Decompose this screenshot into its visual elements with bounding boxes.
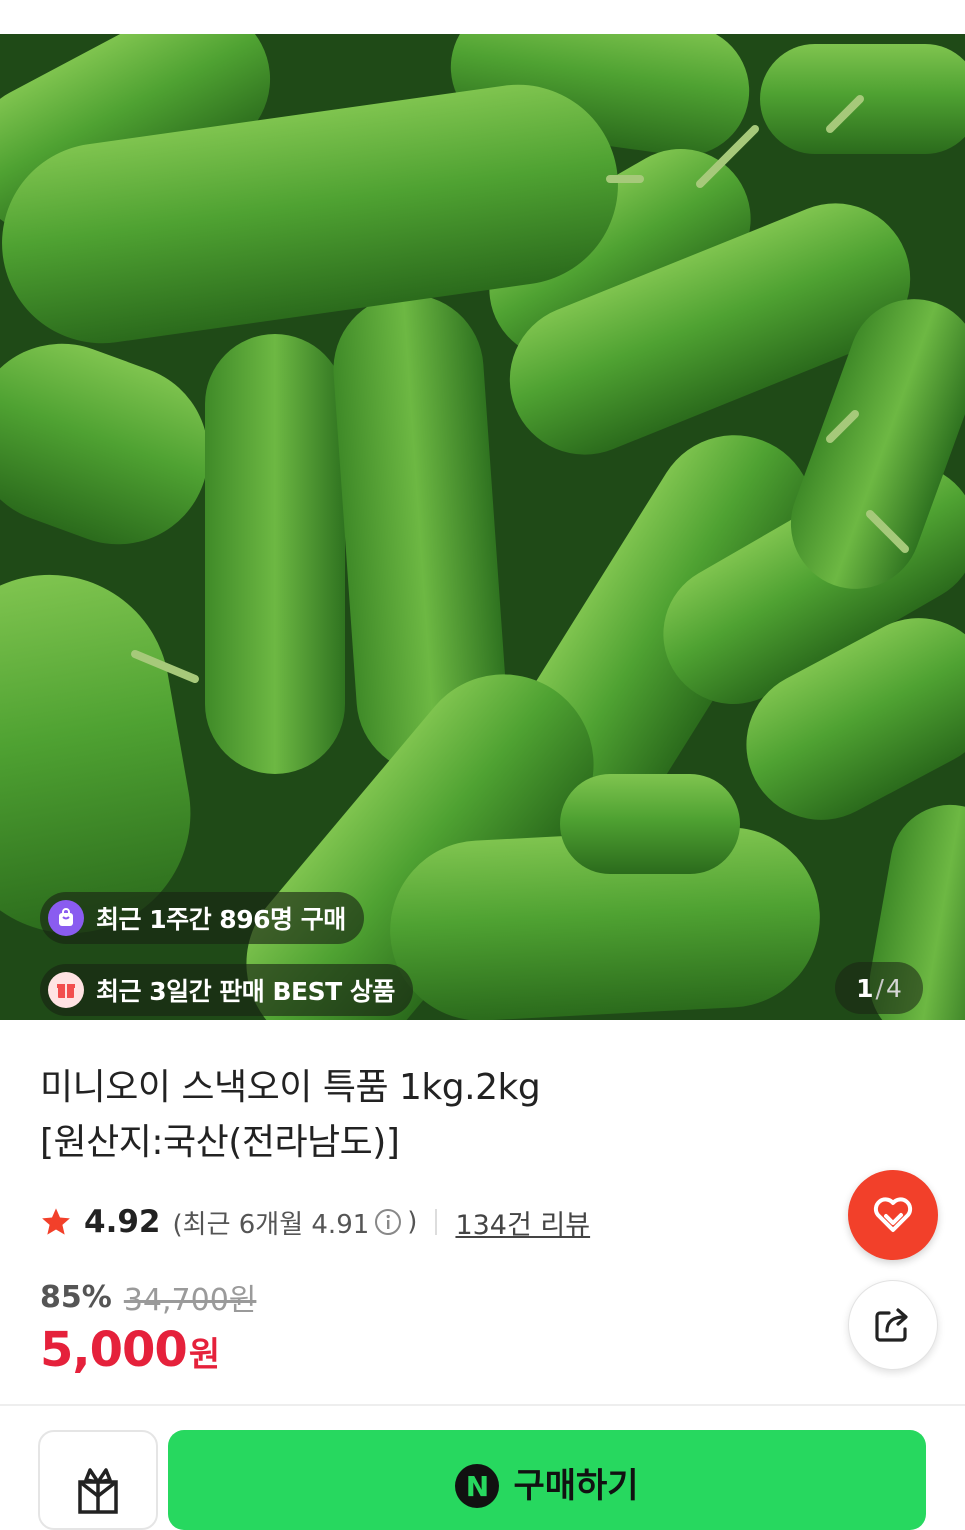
gift-icon	[78, 1468, 118, 1514]
gift-box-icon	[48, 972, 84, 1008]
share-icon	[875, 1308, 908, 1342]
image-counter: 1 / 4	[835, 962, 923, 1014]
share-button[interactable]	[848, 1280, 938, 1370]
product-title-line2: [원산지:국산(전라남도)]	[40, 1122, 400, 1163]
recent-rating-text: (최근 6개월 4.91	[172, 1209, 370, 1240]
gift-button[interactable]	[38, 1430, 158, 1530]
best-seller-badge: 최근 3일간 판매 BEST 상품	[40, 964, 413, 1016]
product-title-line1: 미니오이 스낵오이 특품 1kg.2kg	[40, 1067, 541, 1108]
recent-rating: (최근 6개월 4.91 )	[173, 1204, 418, 1241]
star-icon	[42, 1208, 70, 1235]
rating-divider	[435, 1209, 438, 1235]
shopping-bag-icon	[48, 900, 84, 936]
image-counter-separator: /	[875, 973, 884, 1003]
rating-score: 4.92	[84, 1204, 161, 1240]
purchase-count-badge: 최근 1주간 896명 구매	[40, 892, 364, 944]
original-price-row: 85% 34,700원	[40, 1275, 256, 1319]
sale-price: 5,000 원	[40, 1322, 220, 1378]
image-counter-total: 4	[885, 973, 902, 1003]
purchase-count-text: 최근 1주간 896명 구매	[96, 905, 346, 934]
product-title: 미니오이 스낵오이 특품 1kg.2kg [원산지:국산(전라남도)]	[40, 1060, 660, 1170]
product-image-gallery[interactable]: 최근 1주간 896명 구매 최근 3일간 판매 BEST 상품 1 / 4	[0, 34, 965, 1020]
discount-rate: 85%	[40, 1279, 112, 1315]
best-seller-text: 최근 3일간 판매 BEST 상품	[96, 977, 395, 1006]
naver-pay-logo: N	[455, 1464, 500, 1508]
cucumber-photo	[0, 34, 965, 1020]
buy-button[interactable]: N 구매하기	[168, 1430, 926, 1530]
info-icon[interactable]	[373, 1207, 403, 1237]
buy-button-label: 구매하기	[513, 1466, 639, 1506]
like-button[interactable]	[848, 1170, 938, 1260]
sale-price-value: 5,000	[40, 1322, 188, 1378]
review-count-link[interactable]: 134건 리뷰	[455, 1203, 590, 1242]
rating-row: 4.92 (최근 6개월 4.91 ) 134건 리뷰	[40, 1202, 590, 1242]
heart-icon	[873, 1197, 913, 1232]
original-price: 34,700원	[123, 1283, 257, 1318]
top-bar	[0, 0, 965, 34]
sale-price-unit: 원	[188, 1335, 221, 1375]
image-counter-current: 1	[856, 973, 874, 1003]
recent-rating-close: )	[407, 1207, 418, 1237]
